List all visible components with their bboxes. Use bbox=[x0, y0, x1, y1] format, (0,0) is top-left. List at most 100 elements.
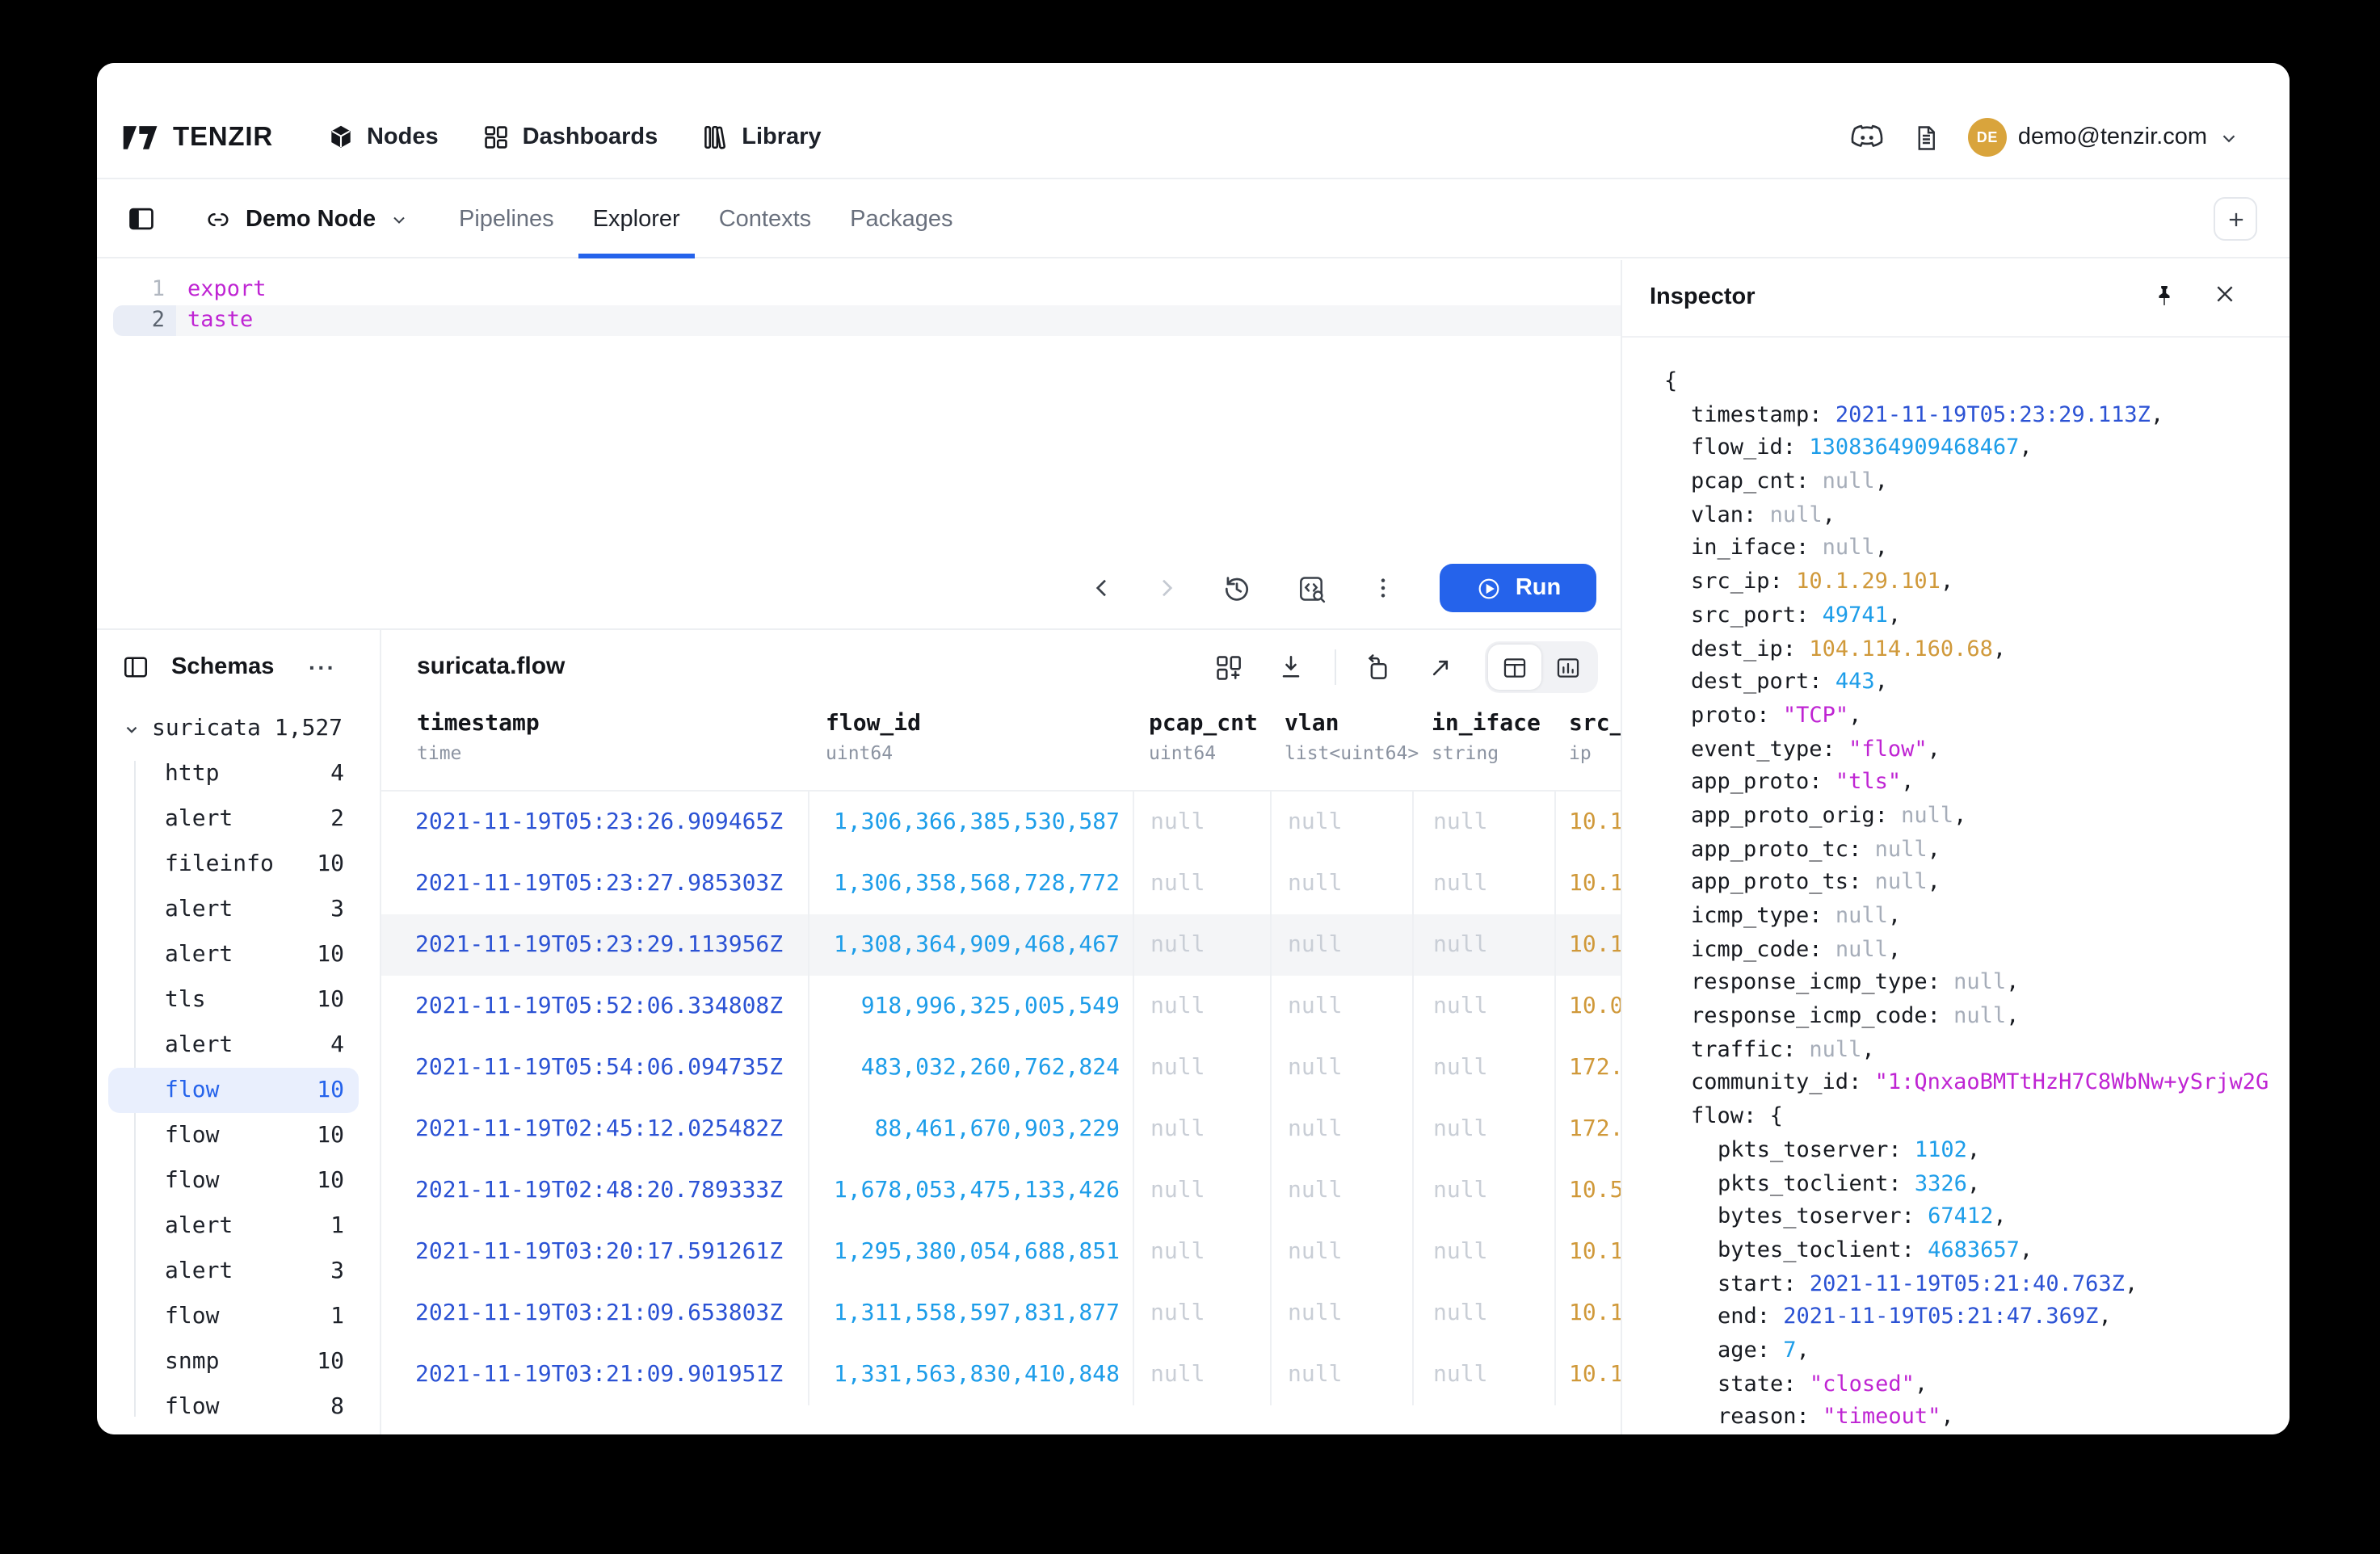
inspector-header: Inspector bbox=[1622, 260, 2290, 338]
query-history-icon[interactable] bbox=[1213, 565, 1259, 611]
inspector-json-line: dest_ip: 104.114.160.68, bbox=[1622, 632, 2290, 666]
account-menu[interactable]: DE demo@tenzir.com bbox=[1968, 118, 2239, 157]
table-row[interactable]: 2021-11-19T05:54:06.094735Z483,032,260,7… bbox=[381, 1037, 1621, 1098]
table-row[interactable]: 2021-11-19T05:23:29.113956Z1,308,364,909… bbox=[381, 914, 1621, 976]
schema-item[interactable]: fileinfo10 bbox=[108, 842, 359, 887]
schema-item-count: 10 bbox=[317, 1077, 344, 1103]
schema-item-name: flow bbox=[165, 1077, 219, 1103]
chart-view-button[interactable] bbox=[1541, 645, 1595, 690]
json-comma: , bbox=[2006, 970, 2019, 996]
nav-item-library[interactable]: Library bbox=[701, 123, 821, 152]
tab-packages[interactable]: Packages bbox=[850, 179, 952, 258]
open-as-pipeline-icon[interactable] bbox=[1354, 645, 1399, 690]
schema-item[interactable]: flow10 bbox=[108, 1113, 359, 1158]
node-selector[interactable]: Demo Node bbox=[204, 179, 408, 258]
column-header-in-iface[interactable]: in_ifacestring bbox=[1412, 701, 1554, 790]
json-value: null bbox=[1835, 936, 1888, 962]
cell-in-iface: null bbox=[1412, 1160, 1554, 1221]
cell-timestamp: 2021-11-19T05:23:27.985303Z bbox=[381, 853, 808, 914]
column-header-vlan[interactable]: vlanlist<uint64> bbox=[1270, 701, 1412, 790]
table-row[interactable]: 2021-11-19T02:48:20.789333Z1,678,053,475… bbox=[381, 1160, 1621, 1221]
schema-item[interactable]: flow1 bbox=[108, 1294, 359, 1339]
discord-icon[interactable] bbox=[1850, 123, 1884, 152]
schema-item-count: 3 bbox=[330, 897, 344, 922]
schema-item[interactable]: alert3 bbox=[108, 1249, 359, 1294]
schema-item[interactable]: alert1 bbox=[108, 1203, 359, 1249]
json-key: traffic: bbox=[1691, 1037, 1809, 1063]
schema-item[interactable]: tls10 bbox=[108, 977, 359, 1023]
nodes-icon bbox=[326, 123, 355, 152]
json-key: reason: bbox=[1718, 1405, 1823, 1430]
schema-item[interactable]: alert10 bbox=[108, 932, 359, 977]
tab-contexts[interactable]: Contexts bbox=[719, 179, 811, 258]
schema-root[interactable]: suricata 1,527 bbox=[97, 706, 380, 751]
cell-vlan: null bbox=[1270, 1037, 1412, 1098]
download-icon[interactable] bbox=[1268, 645, 1314, 690]
schema-item[interactable]: flow8 bbox=[108, 1384, 359, 1430]
json-value: 443 bbox=[1835, 669, 1875, 695]
json-key: icmp_code: bbox=[1691, 936, 1835, 962]
table-view-button[interactable] bbox=[1488, 645, 1541, 690]
json-comma: , bbox=[1967, 1137, 1980, 1163]
table-row[interactable]: 2021-11-19T05:23:26.909465Z1,306,366,385… bbox=[381, 792, 1621, 853]
docs-icon[interactable] bbox=[1911, 122, 1941, 153]
schema-item[interactable]: alert3 bbox=[108, 887, 359, 932]
json-key: community_id: bbox=[1691, 1070, 1875, 1096]
run-button[interactable]: Run bbox=[1440, 564, 1596, 612]
table-row[interactable]: 2021-11-19T05:52:06.334808Z918,996,325,0… bbox=[381, 976, 1621, 1037]
schema-item-count: 4 bbox=[330, 1032, 344, 1058]
json-value: 2021-11-19T05:23:29.113Z bbox=[1835, 401, 2151, 427]
panel-icon[interactable] bbox=[121, 653, 150, 682]
json-comma: , bbox=[1888, 903, 1901, 929]
schema-item-count: 1 bbox=[330, 1213, 344, 1239]
json-comma: , bbox=[1888, 936, 1901, 962]
add-tab-button[interactable] bbox=[2214, 197, 2257, 241]
schema-item[interactable]: flow 10 bbox=[108, 1068, 359, 1113]
table-row[interactable]: 2021-11-19T05:23:27.985303Z1,306,358,568… bbox=[381, 853, 1621, 914]
tenzir-logo-icon bbox=[123, 123, 158, 152]
json-value: null bbox=[1901, 803, 1953, 829]
code-search-icon[interactable] bbox=[1288, 565, 1333, 611]
table-row[interactable]: 2021-11-19T03:21:09.901951Z1,331,563,830… bbox=[381, 1344, 1621, 1405]
close-icon[interactable] bbox=[2212, 281, 2238, 307]
schema-item[interactable]: alert2 bbox=[108, 796, 359, 842]
schema-item-count: 8 bbox=[330, 1394, 344, 1420]
json-value: null bbox=[1823, 536, 1875, 561]
cell-timestamp: 2021-11-19T02:45:12.025482Z bbox=[381, 1098, 808, 1160]
tab-pipelines[interactable]: Pipelines bbox=[459, 179, 554, 258]
column-header-pcap-cnt[interactable]: pcap_cntuint64 bbox=[1133, 701, 1270, 790]
cell-timestamp: 2021-11-19T05:23:29.113956Z bbox=[381, 914, 808, 976]
schema-item[interactable]: alert4 bbox=[108, 1023, 359, 1068]
schema-item-count: 10 bbox=[317, 1349, 344, 1375]
nav-item-nodes[interactable]: Nodes bbox=[326, 123, 439, 152]
history-back-button[interactable] bbox=[1079, 565, 1125, 611]
cell-in-iface: null bbox=[1412, 976, 1554, 1037]
history-forward-button[interactable] bbox=[1144, 565, 1189, 611]
tab-explorer[interactable]: Explorer bbox=[593, 179, 680, 258]
kebab-menu-icon[interactable] bbox=[1360, 565, 1406, 611]
schema-item-name: snmp bbox=[165, 1349, 219, 1375]
json-key: dest_ip: bbox=[1691, 636, 1809, 662]
schemas-menu-icon[interactable]: ··· bbox=[309, 654, 336, 680]
table-row[interactable]: 2021-11-19T02:45:12.025482Z88,461,670,90… bbox=[381, 1098, 1621, 1160]
cell-timestamp: 2021-11-19T05:54:06.094735Z bbox=[381, 1037, 808, 1098]
cell-src-ip: 10.5.2 bbox=[1554, 1160, 1621, 1221]
sidebar-toggle-icon[interactable] bbox=[126, 204, 157, 234]
column-header-timestamp[interactable]: timestamptime bbox=[381, 701, 808, 790]
schema-item-name: alert bbox=[165, 1258, 233, 1284]
explorer-tabs: Pipelines Explorer Contexts Packages bbox=[459, 179, 953, 258]
schema-item[interactable]: http4 bbox=[108, 751, 359, 796]
table-row[interactable]: 2021-11-19T03:20:17.591261Z1,295,380,054… bbox=[381, 1221, 1621, 1283]
nav-item-dashboards[interactable]: Dashboards bbox=[482, 123, 658, 152]
pin-icon[interactable] bbox=[2151, 281, 2178, 312]
add-to-dashboard-icon[interactable] bbox=[1205, 645, 1251, 690]
plus-icon bbox=[2224, 208, 2247, 230]
column-header-flow-id[interactable]: flow_iduint64 bbox=[808, 701, 1133, 790]
tenzir-logo[interactable]: TENZIR bbox=[123, 122, 273, 153]
json-comma: , bbox=[2151, 401, 2163, 427]
expand-icon[interactable] bbox=[1417, 645, 1462, 690]
schema-item[interactable]: flow10 bbox=[108, 1158, 359, 1203]
schema-item[interactable]: snmp 10 bbox=[108, 1339, 359, 1384]
results-toolbar bbox=[1188, 641, 1598, 693]
table-row[interactable]: 2021-11-19T03:21:09.653803Z1,311,558,597… bbox=[381, 1283, 1621, 1344]
